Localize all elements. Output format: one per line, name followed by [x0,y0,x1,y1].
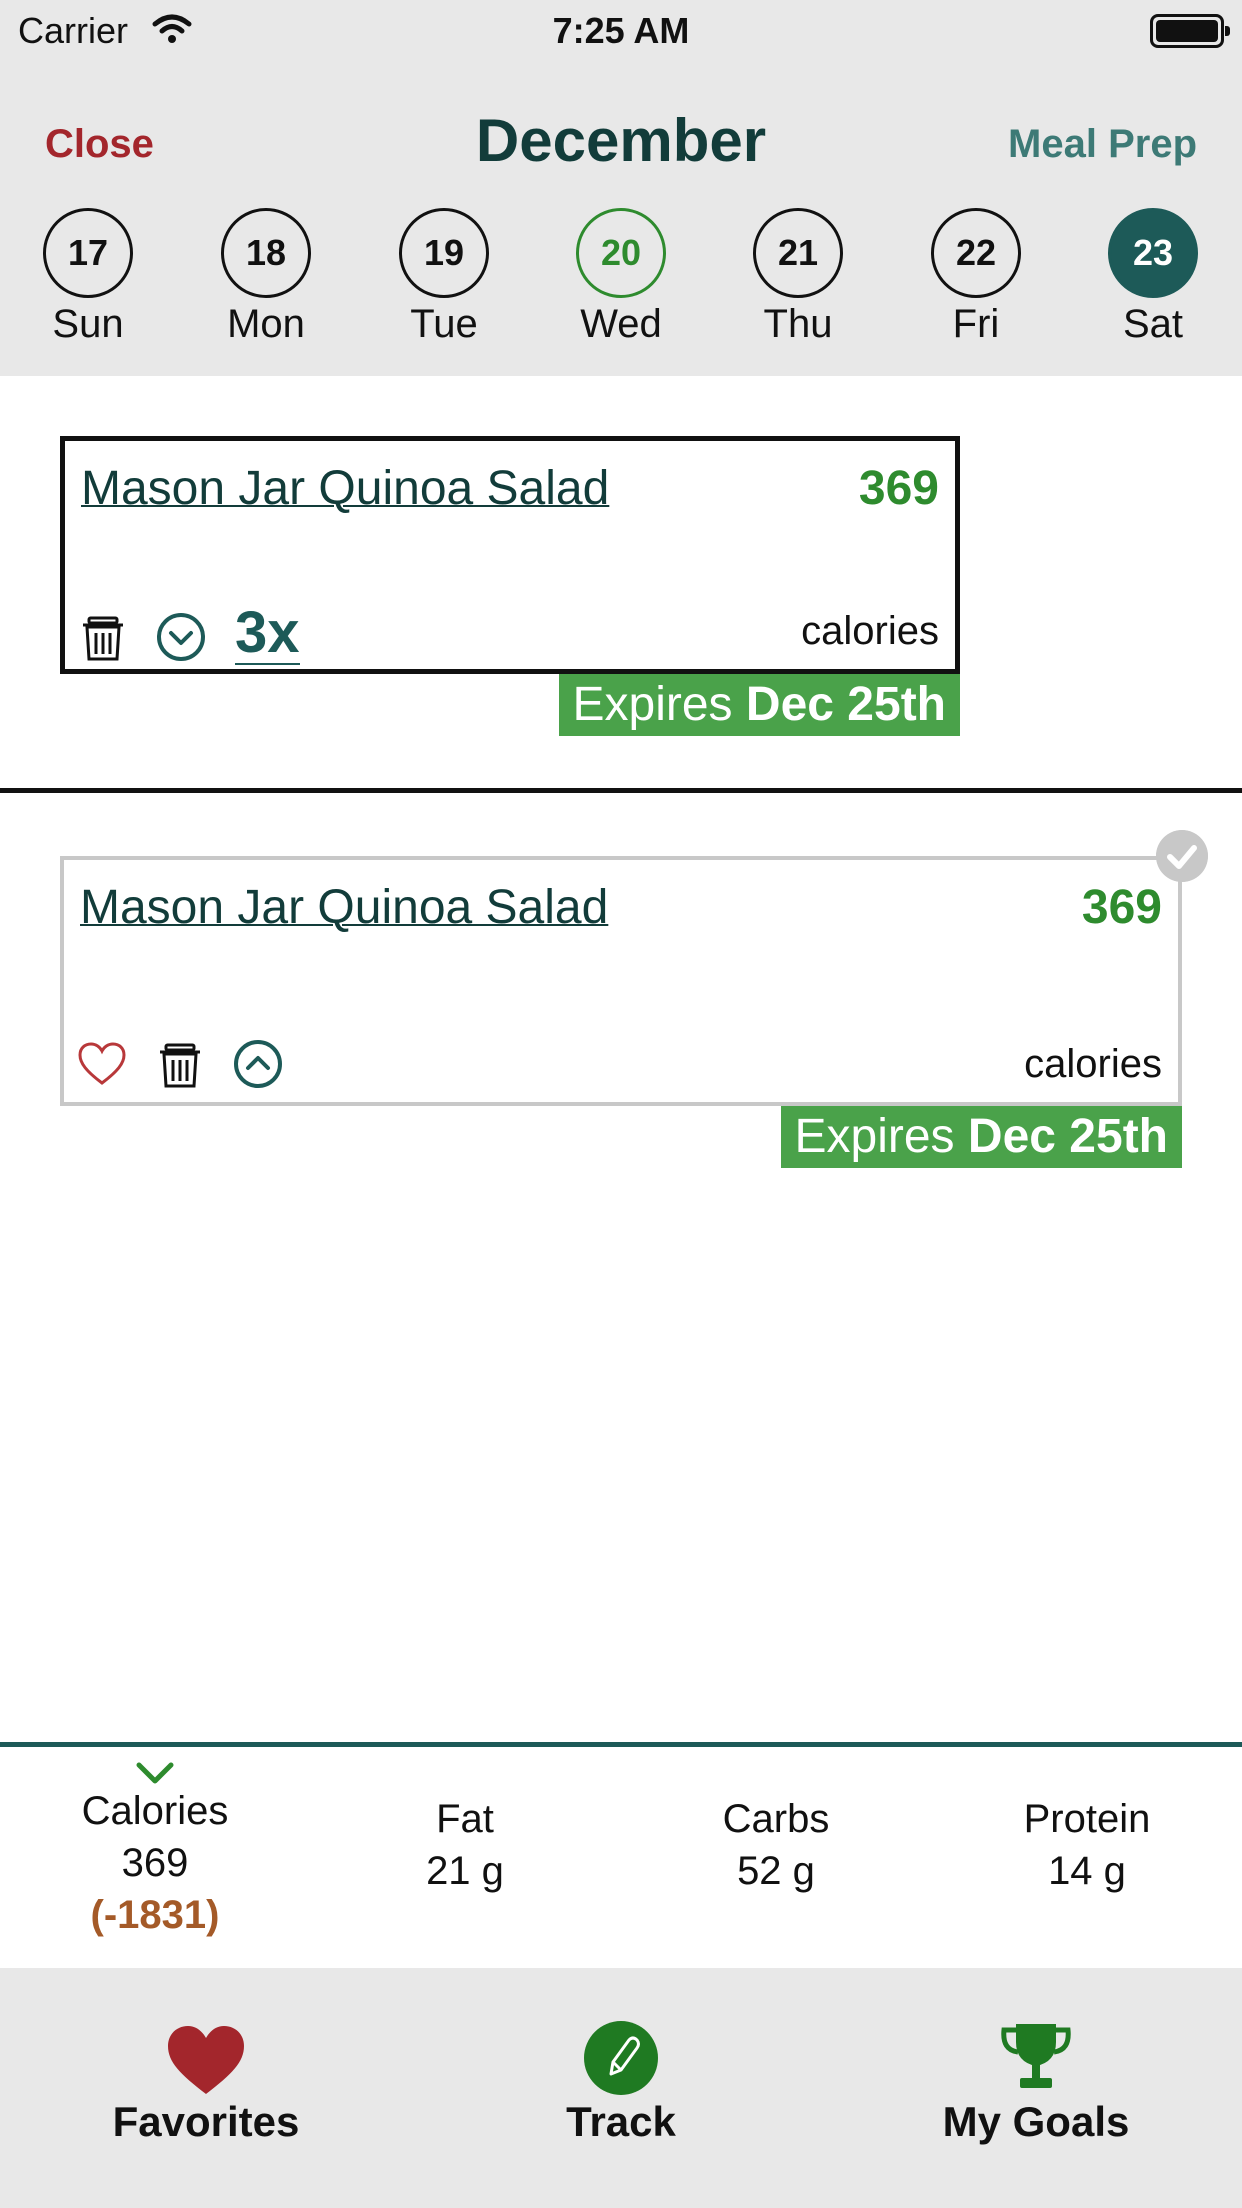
protein-label: Protein [1023,1797,1151,1841]
expires-prefix: Expires [794,1110,955,1163]
meal-calories: 369 [1081,881,1162,934]
day-number: 19 [399,208,489,298]
day-sun[interactable]: 17 Sun [28,208,148,347]
day-name: Tue [410,302,478,346]
day-wed[interactable]: 20 Wed [561,208,681,347]
carbs-value: 52 g [737,1849,815,1893]
meal-card[interactable]: Mason Jar Quinoa Salad 369 calories [60,830,1208,1106]
meal-prep-screen: Carrier 7:25 AM Close December Meal Prep… [0,0,1242,2208]
day-tue[interactable]: 19 Tue [384,208,504,347]
meal-prep-button[interactable]: Meal Prep [1008,122,1197,167]
carbs-summary: Carbs 52 g [621,1793,931,1897]
tab-bar: Favorites Track My Goals [0,1968,1242,2208]
calories-label: Calories [81,1789,229,1833]
day-number: 23 [1108,208,1198,298]
tab-track[interactable]: Track [421,2021,821,2146]
status-time: 7:25 AM [552,10,690,51]
heart-icon [168,2026,244,2094]
day-name: Mon [227,302,305,346]
close-button[interactable]: Close [45,122,154,167]
expires-badge: Expires Dec 25th [780,1106,1182,1168]
trash-icon[interactable] [77,611,129,663]
fat-summary: Fat 21 g [310,1793,620,1897]
tab-label: Favorites [112,2098,300,2145]
tab-label: My Goals [942,2098,1130,2145]
section-divider [0,788,1242,793]
chevron-down-circle-icon[interactable] [155,611,207,663]
day-name: Fri [952,302,1000,346]
calories-label: calories [1024,1042,1162,1086]
heart-outline-icon[interactable] [76,1038,128,1090]
day-fri[interactable]: 22 Fri [916,208,1036,347]
protein-value: 14 g [1048,1849,1126,1893]
meal-calories: 369 [858,462,939,515]
tab-favorites[interactable]: Favorites [6,2024,406,2146]
trophy-icon [1001,2024,1071,2088]
day-number: 20 [576,208,666,298]
chevron-down-icon[interactable] [135,1761,175,1785]
day-number: 21 [753,208,843,298]
servings-count[interactable]: 3x [235,603,300,665]
pencil-icon [584,2021,658,2095]
day-number: 22 [931,208,1021,298]
expires-date: Dec 25th [745,678,946,731]
meal-card[interactable]: Mason Jar Quinoa Salad 369 3x calories [60,436,960,674]
checkmark-badge-icon[interactable] [1156,830,1208,882]
meal-name-link[interactable]: Mason Jar Quinoa Salad [80,880,608,935]
day-number: 18 [221,208,311,298]
status-bar: Carrier 7:25 AM [0,0,1242,64]
battery-icon [1150,14,1230,48]
day-name: Thu [763,302,833,346]
chevron-up-circle-icon[interactable] [232,1038,284,1090]
day-mon[interactable]: 18 Mon [206,208,326,347]
day-thu[interactable]: 21 Thu [738,208,858,347]
calories-label: calories [801,609,939,653]
expires-prefix: Expires [572,678,733,731]
meal-name-link[interactable]: Mason Jar Quinoa Salad [81,461,609,516]
tab-label: Track [566,2098,676,2145]
expires-date: Dec 25th [967,1110,1168,1163]
calories-deficit: (-1831) [90,1893,220,1937]
calories-summary[interactable]: Calories 369 (-1831) [0,1747,310,1941]
carbs-label: Carbs [722,1797,830,1841]
day-name: Sun [52,302,124,346]
fat-label: Fat [436,1797,494,1841]
calories-value: 369 [121,1841,189,1885]
tab-my-goals[interactable]: My Goals [836,2024,1236,2146]
header: Close December Meal Prep 17 Sun 18 Mon 1… [0,64,1242,376]
fat-value: 21 g [426,1849,504,1893]
expires-badge: Expires Dec 25th [558,674,960,736]
nutrition-summary[interactable]: Calories 369 (-1831) Fat 21 g Carbs 52 g… [0,1742,1242,1968]
trash-icon[interactable] [154,1038,206,1090]
day-sat[interactable]: 23 Sat [1093,208,1213,347]
day-name: Wed [580,302,662,346]
day-name: Sat [1122,302,1184,346]
protein-summary: Protein 14 g [932,1793,1242,1897]
day-number: 17 [43,208,133,298]
